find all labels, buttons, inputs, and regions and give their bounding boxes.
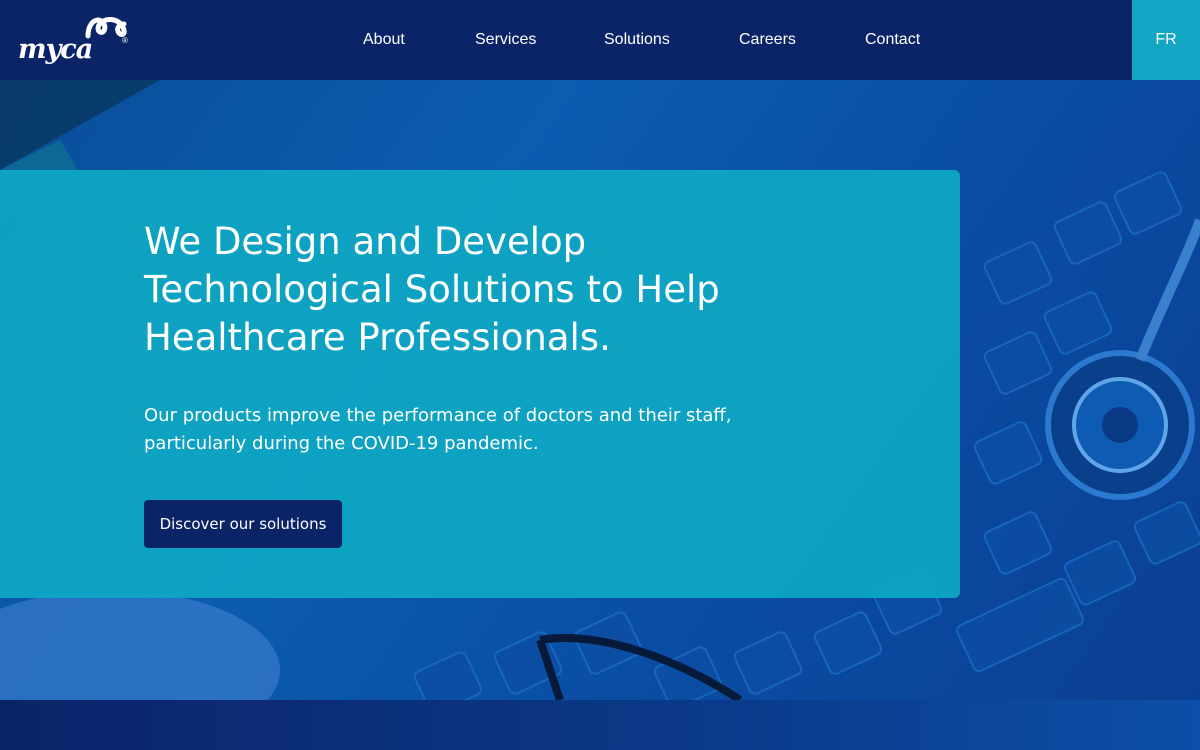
hero-subtitle: Our products improve the performance of … xyxy=(144,405,732,454)
nav-link-services[interactable]: Services xyxy=(475,31,536,49)
site-header: myca ® About Services Solutions Careers … xyxy=(0,0,1200,80)
next-section-band xyxy=(0,700,1200,750)
language-toggle[interactable]: FR xyxy=(1132,0,1200,80)
logo-wordmark: myca xyxy=(18,34,93,65)
nav-link-contact[interactable]: Contact xyxy=(865,31,920,49)
hero-title: We Design and Develop Technological Solu… xyxy=(144,220,720,359)
nav-link-solutions[interactable]: Solutions xyxy=(604,31,670,49)
registered-mark-icon: ® xyxy=(122,36,128,45)
hero-card: We Design and Develop Technological Solu… xyxy=(0,170,960,598)
nav-link-careers[interactable]: Careers xyxy=(739,31,796,49)
nav-link-about[interactable]: About xyxy=(363,31,405,49)
discover-solutions-button[interactable]: Discover our solutions xyxy=(144,500,342,548)
myca-logo[interactable]: myca ® xyxy=(18,14,133,66)
